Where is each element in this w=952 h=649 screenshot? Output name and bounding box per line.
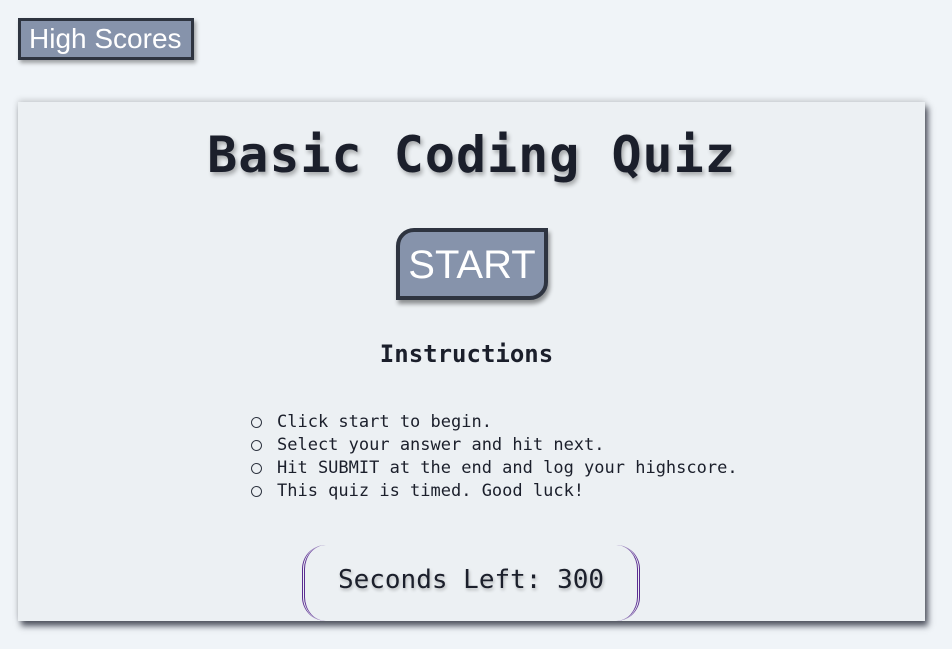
- quiz-card: Basic Coding Quiz START Instructions Cli…: [18, 102, 925, 621]
- instruction-item: Hit SUBMIT at the end and log your highs…: [250, 457, 738, 480]
- page: High Scores Basic Coding Quiz START Inst…: [0, 0, 952, 649]
- circle-bullet-icon: [251, 463, 262, 474]
- timer-box: Seconds Left: 300: [302, 545, 640, 621]
- instruction-text: This quiz is timed. Good luck!: [277, 481, 585, 501]
- circle-bullet-icon: [251, 440, 262, 451]
- instructions-heading: Instructions: [379, 340, 554, 368]
- timer-label: Seconds Left:: [337, 565, 558, 595]
- instructions-list: Click start to begin. Select your answer…: [250, 411, 738, 503]
- instruction-item: Select your answer and hit next.: [250, 434, 738, 457]
- circle-bullet-icon: [251, 417, 262, 428]
- instruction-text: Select your answer and hit next.: [277, 435, 605, 455]
- instruction-text: Hit SUBMIT at the end and log your highs…: [277, 458, 738, 478]
- instruction-item: Click start to begin.: [250, 411, 738, 434]
- instruction-item: This quiz is timed. Good luck!: [250, 480, 738, 503]
- quiz-title: Basic Coding Quiz: [207, 126, 736, 184]
- timer-display: Seconds Left: 300: [338, 565, 604, 595]
- start-button[interactable]: START: [396, 228, 548, 300]
- high-scores-button[interactable]: High Scores: [18, 18, 194, 60]
- instruction-text: Click start to begin.: [277, 412, 492, 432]
- circle-bullet-icon: [251, 486, 262, 497]
- timer-value: 300: [557, 565, 605, 595]
